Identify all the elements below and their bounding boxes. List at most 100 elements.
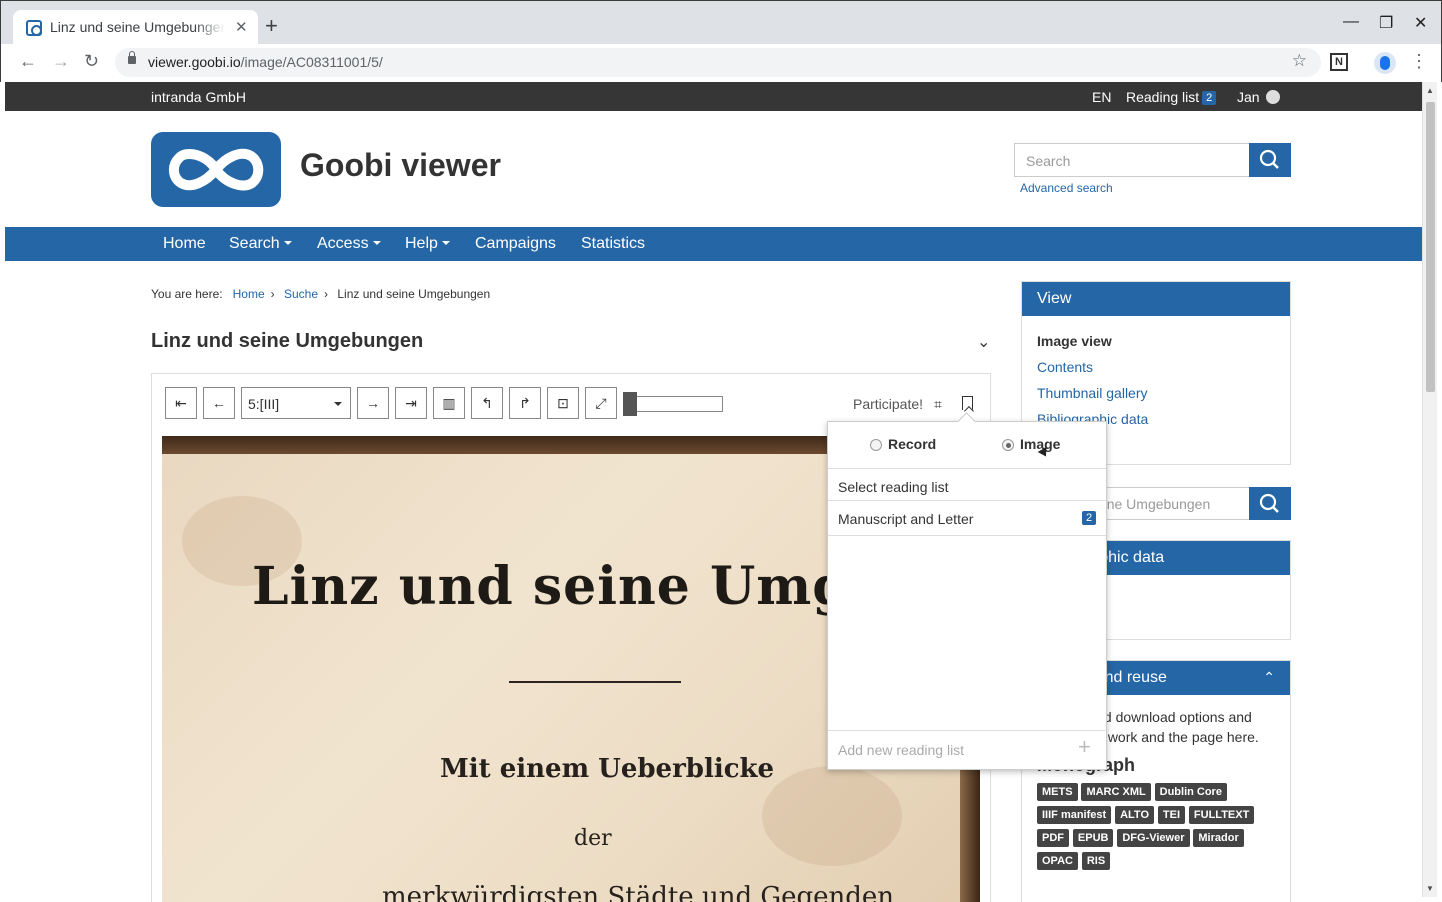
- bookmark-star-icon[interactable]: ☆: [1292, 51, 1307, 71]
- double-page-button[interactable]: ▥: [433, 387, 465, 419]
- org-name: intranda GmbH: [151, 89, 246, 105]
- browser-tab[interactable]: Linz und seine Umgebungen ✕: [13, 10, 258, 45]
- format-pdf[interactable]: PDF: [1037, 829, 1069, 847]
- reading-list-link[interactable]: Reading list 2: [1126, 89, 1217, 105]
- search-button[interactable]: [1249, 143, 1291, 177]
- maximize-button[interactable]: ❐: [1379, 13, 1393, 33]
- next-page-button[interactable]: →: [357, 387, 389, 419]
- document-text: der: [574, 826, 612, 851]
- user-menu[interactable]: Jan: [1237, 89, 1280, 105]
- favicon-icon: [26, 20, 42, 36]
- tab-title: Linz und seine Umgebungen: [50, 19, 225, 35]
- page-scrollbar[interactable]: ▲ ▼: [1422, 82, 1437, 897]
- breadcrumb-search[interactable]: Suche: [284, 287, 318, 301]
- fullscreen-button[interactable]: ⤢: [585, 387, 617, 419]
- reload-button[interactable]: ↻: [84, 51, 99, 72]
- address-bar[interactable]: viewer.goobi.io/image/AC08311001/5/ ☆: [115, 48, 1321, 77]
- minimize-button[interactable]: —: [1343, 13, 1359, 31]
- view-link-thumbnails[interactable]: Thumbnail gallery: [1037, 380, 1275, 406]
- browser-toolbar: ← → ↻ viewer.goobi.io/image/AC08311001/5…: [0, 44, 1442, 82]
- radio-image-input[interactable]: [1002, 439, 1014, 451]
- zoom-slider-handle[interactable]: [623, 392, 637, 416]
- nav-help[interactable]: Help: [405, 235, 450, 253]
- view-link-image[interactable]: Image view: [1037, 328, 1275, 354]
- search-input[interactable]: Search: [1014, 143, 1250, 177]
- main-navigation: Home Search Access Help Campaigns Statis…: [5, 227, 1422, 261]
- rotate-right-button[interactable]: ↱: [509, 387, 541, 419]
- scroll-down-arrow-icon[interactable]: ▼: [1426, 884, 1434, 893]
- reading-list-item[interactable]: Manuscript and Letter: [838, 511, 973, 527]
- format-links: METS MARC XML Dublin Core IIIF manifest …: [1022, 782, 1290, 874]
- caret-down-icon: [372, 241, 381, 245]
- top-bar: intranda GmbH EN Reading list 2 Jan: [5, 82, 1422, 111]
- page-select[interactable]: 5:[III]: [241, 387, 351, 419]
- rotate-left-button[interactable]: ↰: [471, 387, 503, 419]
- site-title: Goobi viewer: [300, 147, 501, 183]
- reset-rotation-button[interactable]: ⊡: [547, 387, 579, 419]
- scrollbar-thumb[interactable]: [1426, 102, 1435, 392]
- breadcrumb-current: Linz und seine Umgebungen: [337, 287, 491, 301]
- reading-list-item-count: 2: [1082, 511, 1097, 525]
- nav-home[interactable]: Home: [163, 235, 206, 253]
- avatar: [1265, 90, 1280, 104]
- nav-access[interactable]: Access: [317, 235, 381, 253]
- nav-campaigns[interactable]: Campaigns: [475, 235, 556, 253]
- extension-n-icon[interactable]: N: [1330, 53, 1348, 71]
- reading-list-popup: Record Image Select reading list Manuscr…: [827, 421, 1107, 770]
- document-text: merkwürdigsten Städte und Gegenden: [382, 882, 895, 902]
- format-dublincore[interactable]: Dublin Core: [1154, 783, 1227, 801]
- breadcrumb-home[interactable]: Home: [233, 287, 265, 301]
- breadcrumb: You are here: Home › Suche › Linz und sein…: [151, 287, 491, 301]
- url-text: viewer.goobi.io/image/AC08311001/5/: [148, 54, 383, 70]
- radio-image[interactable]: Image: [1002, 436, 1060, 452]
- format-mets[interactable]: METS: [1037, 783, 1078, 801]
- caret-down-icon: [283, 241, 292, 245]
- format-marcxml[interactable]: MARC XML: [1081, 783, 1151, 801]
- advanced-search-link[interactable]: Advanced search: [1020, 181, 1113, 195]
- select-reading-list-label: Select reading list: [838, 479, 949, 495]
- bookmark-icon[interactable]: [962, 396, 973, 410]
- search-icon: [1259, 493, 1279, 513]
- radio-record-input[interactable]: [870, 439, 882, 451]
- scroll-up-arrow-icon[interactable]: ▲: [1426, 86, 1434, 95]
- search-in-work-button[interactable]: [1249, 487, 1291, 520]
- format-opac[interactable]: OPAC: [1037, 852, 1078, 870]
- view-link-contents[interactable]: Contents: [1037, 354, 1275, 380]
- nav-search[interactable]: Search: [229, 235, 292, 253]
- radio-record[interactable]: Record: [870, 436, 936, 452]
- document-rule: [509, 681, 681, 683]
- reading-list-count: 2: [1202, 91, 1217, 105]
- format-tei[interactable]: TEI: [1157, 806, 1186, 824]
- new-tab-button[interactable]: +: [265, 15, 278, 37]
- participate-link[interactable]: Participate!: [853, 396, 923, 412]
- lock-icon: [128, 51, 136, 64]
- infinity-logo-icon: [169, 148, 264, 191]
- back-button[interactable]: ←: [19, 51, 37, 72]
- format-ris[interactable]: RIS: [1081, 852, 1111, 870]
- add-reading-list-input[interactable]: Add new reading list: [838, 742, 964, 758]
- last-page-button[interactable]: ⇥: [395, 387, 427, 419]
- site-logo[interactable]: [151, 132, 281, 207]
- crop-icon[interactable]: ⌗: [934, 396, 942, 413]
- nav-statistics[interactable]: Statistics: [581, 235, 645, 253]
- browser-menu-icon[interactable]: ⋮: [1410, 51, 1428, 72]
- language-switch[interactable]: EN: [1092, 89, 1111, 105]
- format-mirador[interactable]: Mirador: [1193, 829, 1244, 847]
- zoom-slider[interactable]: [623, 392, 723, 416]
- prev-page-button[interactable]: ←: [203, 387, 235, 419]
- chevron-down-icon[interactable]: ⌄: [977, 332, 990, 352]
- format-alto[interactable]: ALTO: [1115, 806, 1155, 824]
- plus-icon[interactable]: +: [1078, 734, 1091, 760]
- chevron-up-icon[interactable]: ⌃: [1263, 669, 1275, 686]
- window-close-button[interactable]: ✕: [1414, 13, 1427, 33]
- page-title: Linz und seine Umgebungen: [151, 330, 424, 352]
- format-dfg-viewer[interactable]: DFG-Viewer: [1117, 829, 1190, 847]
- profile-avatar[interactable]: [1374, 52, 1396, 74]
- forward-button[interactable]: →: [52, 51, 70, 72]
- format-fulltext[interactable]: FULLTEXT: [1188, 806, 1255, 824]
- caret-down-icon: [441, 241, 450, 245]
- first-page-button[interactable]: ⇤: [165, 387, 197, 419]
- tab-close-icon[interactable]: ✕: [235, 18, 248, 36]
- format-iiif[interactable]: IIIF manifest: [1037, 806, 1112, 824]
- format-epub[interactable]: EPUB: [1072, 829, 1114, 847]
